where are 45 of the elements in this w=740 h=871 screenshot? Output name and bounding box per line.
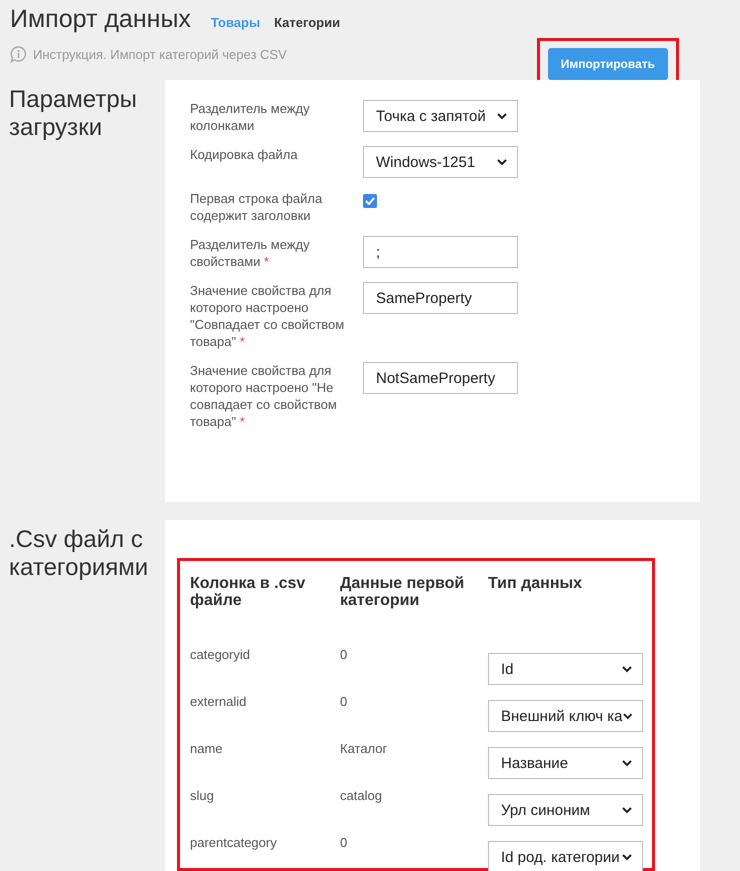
- input-field[interactable]: ;: [363, 236, 518, 268]
- section-title: .Csv файл с категориями: [8, 525, 150, 583]
- checkbox[interactable]: [363, 194, 377, 208]
- input-field[interactable]: SameProperty: [363, 282, 518, 314]
- table-cell-text: 0: [340, 646, 348, 664]
- table-cell-text: parentcategory: [190, 834, 278, 852]
- required-mark: *: [240, 414, 245, 429]
- column-header: Колонка в .csv файле: [190, 575, 306, 611]
- table-cell-text: categoryid: [190, 646, 251, 664]
- info-icon: [10, 46, 27, 63]
- tab[interactable]: Категории: [274, 15, 340, 30]
- dropdown[interactable]: Внешний ключ ка: [488, 700, 643, 732]
- chevron-down-icon: [497, 112, 507, 120]
- column-header: Тип данных: [488, 575, 584, 594]
- field-label: Значение свойства для которого настроено "Совпадает со свойством товара" *: [190, 282, 346, 350]
- field-label: Разделитель между свойствами *: [190, 236, 311, 270]
- dropdown[interactable]: Windows-1251: [363, 146, 518, 178]
- chevron-down-icon: [622, 712, 632, 720]
- table-cell-text: 0: [340, 693, 348, 711]
- table-cell-text: Каталог: [340, 740, 388, 758]
- required-mark: *: [264, 254, 270, 269]
- field-label: Разделитель между колонками: [190, 100, 311, 134]
- chevron-down-icon: [622, 760, 632, 766]
- column-header: Данные первой категории: [340, 575, 466, 611]
- section-title: Параметры загрузки: [8, 85, 138, 143]
- chevron-down-icon: [622, 854, 632, 860]
- table-cell-text: 0: [340, 834, 348, 852]
- field-label: Значение свойства для которого настроено "Не совпадает со свойством товара" *: [190, 362, 338, 430]
- dropdown[interactable]: Название: [488, 747, 643, 779]
- dropdown[interactable]: Урл синоним: [488, 794, 643, 826]
- dropdown[interactable]: Точка с запятой: [363, 100, 518, 132]
- field-label: Кодировка файла: [190, 146, 299, 163]
- table-cell-text: externalid: [190, 693, 248, 711]
- chevron-down-icon: [497, 158, 507, 166]
- chevron-down-icon: [622, 806, 632, 814]
- table-cell-text: slug: [190, 787, 215, 805]
- dropdown[interactable]: Id: [488, 653, 643, 685]
- dropdown[interactable]: Id род. категории: [488, 841, 643, 871]
- table-cell-text: catalog: [340, 787, 383, 805]
- table-cell-text: name: [190, 740, 224, 758]
- required-mark: *: [240, 334, 245, 349]
- page-title: Импорт данных: [10, 5, 191, 34]
- input-field[interactable]: NotSameProperty: [363, 362, 518, 394]
- chevron-down-icon: [622, 666, 632, 672]
- field-label: Первая строка файла содержит заголовки: [190, 190, 324, 224]
